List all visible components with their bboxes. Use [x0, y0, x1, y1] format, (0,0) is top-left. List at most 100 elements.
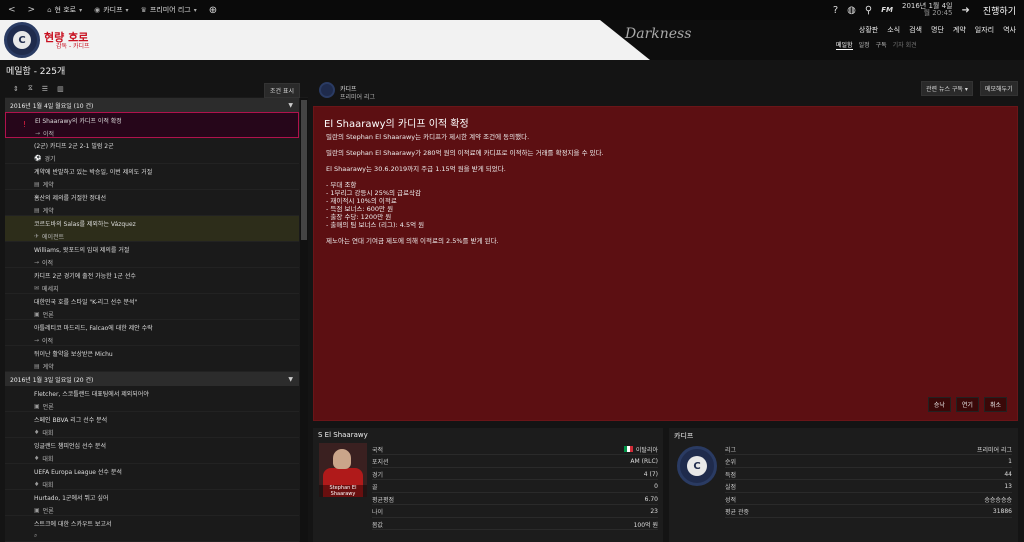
inbox-item[interactable]: 아틀레티코 마드리드, Falcao에 대한 제안 수락 → 이적 [5, 320, 299, 346]
inbox-item-title: 대한민국 호를 스타일 "K-리그 선수 분석" [34, 299, 138, 306]
inbox-list: 2016년 1월 4일 월요일 (10 건) ▼! El Shaarawy의 카디프… [5, 98, 299, 542]
stat-value: 6.70 [644, 495, 658, 503]
delete-icon[interactable]: ▥ [57, 85, 64, 93]
accept-button[interactable]: 승낙 [927, 397, 951, 412]
menu-league[interactable]: ♛ 프리미어 리그 ▾ [141, 5, 197, 15]
inbox-group-header[interactable]: 2016년 1월 3일 일요일 (20 건) ▼ [5, 372, 299, 386]
inbox-item[interactable]: Hurtado, 1군에서 뛰고 싶어 ▣ 언론 [5, 490, 299, 516]
inbox-item-type-label: 이적 [42, 260, 54, 267]
nav-squad[interactable]: 명단 [931, 25, 944, 35]
inbox-item-title: El Shaarawy의 카디프 이적 확정 [35, 118, 122, 125]
tab-press-conference[interactable]: 기자 회견 [893, 40, 917, 50]
inbox-item-type-label: 경기 [44, 156, 56, 163]
collapse-arrow-icon[interactable]: ▼ [288, 376, 293, 383]
sort-icon[interactable]: ⇕ [13, 85, 19, 93]
inbox-item[interactable]: 코르도바의 Salas를 제외하는 Vázquez ✈ 에이전트 [5, 216, 299, 242]
inbox-item[interactable]: UEFA Europa League 선수 분석 ♦ 대회 [5, 464, 299, 490]
inbox-item[interactable]: 대한민국 호를 스타일 "K-리그 선수 분석" ▣ 언론 [5, 294, 299, 320]
add-memo-button[interactable]: 메모해두기 [980, 81, 1018, 96]
inbox-item-type-label: 계약 [42, 182, 54, 189]
inbox-item[interactable]: 잉글랜드 챔피언십 선수 분석 ♦ 대회 [5, 438, 299, 464]
inbox-item-type: ✈ 에이전트 [34, 232, 299, 241]
player-photo[interactable]: Stephan El Shaarawy [319, 443, 367, 497]
inbox-item-type-label: 이적 [42, 338, 54, 345]
inbox-item[interactable]: 뒤이난 활약을 보상받은 Michu ▤ 계약 [5, 346, 299, 372]
search-icon[interactable]: ⚲ [865, 5, 872, 16]
trophy-icon: ♛ [140, 6, 147, 14]
stat-label: 득점 [725, 471, 737, 479]
subscribe-news-button[interactable]: 관련 뉴스 구독 ▾ [921, 81, 973, 96]
menu-club[interactable]: ◉ 카디프 ▾ [94, 5, 128, 15]
stat-value-wrap: 프리미어 리그 [977, 445, 1012, 454]
top-right-tools: ? ◍ ⚲ FM 2016년 1월 4일 월 20:45 ➜ 진행하기 [833, 0, 1016, 20]
inbox-item[interactable]: Williams, 왓포드의 임대 제의를 거절 → 이적 [5, 242, 299, 268]
nav-news[interactable]: 소식 [887, 25, 900, 35]
scrollbar-thumb[interactable] [301, 100, 307, 240]
clause-item: - 재이적시 10%의 이적료 [326, 197, 397, 205]
inbox-item-type: → 이적 [34, 258, 299, 267]
club-card-title[interactable]: 카디프 [669, 428, 1018, 442]
inbox-item[interactable]: 스페인 BBVA 리그 선수 분석 ♦ 대회 [5, 412, 299, 438]
global-button[interactable]: ⊕ [209, 5, 217, 16]
continue-arrow-icon[interactable]: ➜ [961, 5, 969, 16]
crest-letter: C [13, 31, 31, 49]
show-filter-button[interactable]: 조건 표시 [264, 83, 300, 98]
inbox-item-type: ♦ 대회 [34, 454, 299, 463]
inbox-item[interactable]: Fletcher, 스코틀랜드 대표팀에서 제외되어야 ▣ 언론 [5, 386, 299, 412]
inbox-item[interactable]: (2군) 카디프 2군 2-1 빌럼 2군 ⚽ 경기 [5, 138, 299, 164]
stat-value-wrap: 13 [1004, 483, 1012, 490]
inbox-item-title: 카디프 2군 경기에 출전 가능한 1군 선수 [34, 273, 136, 280]
club-card-crest[interactable]: C [677, 446, 717, 486]
current-date: 2016년 1월 4일 월 20:45 [902, 3, 953, 17]
cancel-button[interactable]: 취소 [983, 397, 1007, 412]
collapse-arrow-icon[interactable]: ▼ [288, 102, 293, 109]
tab-schedule[interactable]: 일정 [859, 40, 870, 50]
help-icon[interactable]: ? [833, 5, 838, 16]
menu-manager[interactable]: ⌂ 현 호로 ▾ [47, 5, 82, 15]
inbox-item[interactable]: 계약에 반발하고 있는 박승일, 이번 제의도 거절 ▤ 계약 [5, 164, 299, 190]
stat-row: 골0 [372, 482, 658, 493]
globe-icon[interactable]: ◍ [847, 5, 856, 16]
stat-value: 100억 원 [633, 521, 658, 529]
stat-value: 13 [1004, 483, 1012, 490]
player-card-title[interactable]: S El Shaarawy [313, 428, 663, 442]
nav-history[interactable]: 역사 [1003, 25, 1016, 35]
fm-menu-button[interactable]: FM [881, 6, 893, 14]
inbox-item[interactable]: 홈산의 제의를 거절한 정대선 ▤ 계약 [5, 190, 299, 216]
sender-league: 프리미어 리그 [340, 94, 376, 101]
tab-subscriptions[interactable]: 구독 [876, 40, 887, 50]
stat-label: 몸값 [372, 521, 384, 529]
inbox-item-title: Fletcher, 스코틀랜드 대표팀에서 제외되어야 [34, 391, 149, 398]
nav-overview[interactable]: 상황판 [859, 25, 878, 35]
inbox-item-type: ♦ 대회 [34, 428, 299, 437]
stat-value: 0 [654, 483, 658, 490]
inbox-item-type: ▤ 계약 [34, 362, 299, 371]
inbox-scrollbar[interactable] [300, 98, 308, 542]
agent-icon: ✈ [34, 233, 40, 240]
nav-contracts[interactable]: 계약 [953, 25, 966, 35]
forward-button[interactable]: > [28, 5, 36, 15]
continue-button[interactable]: 진행하기 [983, 4, 1016, 17]
list-view-icon[interactable]: ☰ [42, 85, 48, 93]
inbox-panel: ⇕ ⧖ ☰ ▥ 조건 표시 2016년 1월 4일 월요일 (10 건) ▼! El… [5, 80, 308, 542]
stat-row: 경기 4 (7) [372, 469, 658, 480]
stat-label: 나이 [372, 509, 384, 516]
tab-inbox[interactable]: 메일함 [836, 40, 853, 50]
inbox-item[interactable]: ! El Shaarawy의 카디프 이적 확정 → 이적 [5, 112, 299, 138]
filter-icon[interactable]: ⧖ [28, 84, 33, 93]
header: C 현량 호로 감독 - 카디프 Darkness 상황판 소식 검색 명단 계… [0, 20, 1024, 60]
inbox-item-type-label: 대회 [42, 430, 54, 437]
club-card: 카디프 C 리그 프리미어 리그 순위 1 득점 44 실점 13 성적 승승승승승 평균 관중 31… [669, 428, 1018, 542]
inbox-group-header[interactable]: 2016년 1월 4일 월요일 (10 건) ▼ [5, 98, 299, 112]
postpone-button[interactable]: 연기 [955, 397, 979, 412]
nav-search[interactable]: 검색 [909, 25, 922, 35]
stat-value-wrap: 4 (7) [644, 471, 658, 478]
back-button[interactable]: < [8, 5, 16, 15]
stat-value: AM (RLC) [630, 458, 658, 465]
inbox-item-title: Hurtado, 1군에서 뛰고 싶어 [34, 495, 109, 502]
inbox-item[interactable]: 카디프 2군 경기에 출전 가능한 1군 선수 ✉ 메세지 [5, 268, 299, 294]
inbox-item[interactable]: 스트크에 대한 스카우트 보고서 ⌕ [5, 516, 299, 542]
nav-jobs[interactable]: 일자리 [975, 25, 994, 35]
club-crest[interactable]: C [4, 22, 40, 58]
transfer-icon: → [35, 130, 41, 137]
